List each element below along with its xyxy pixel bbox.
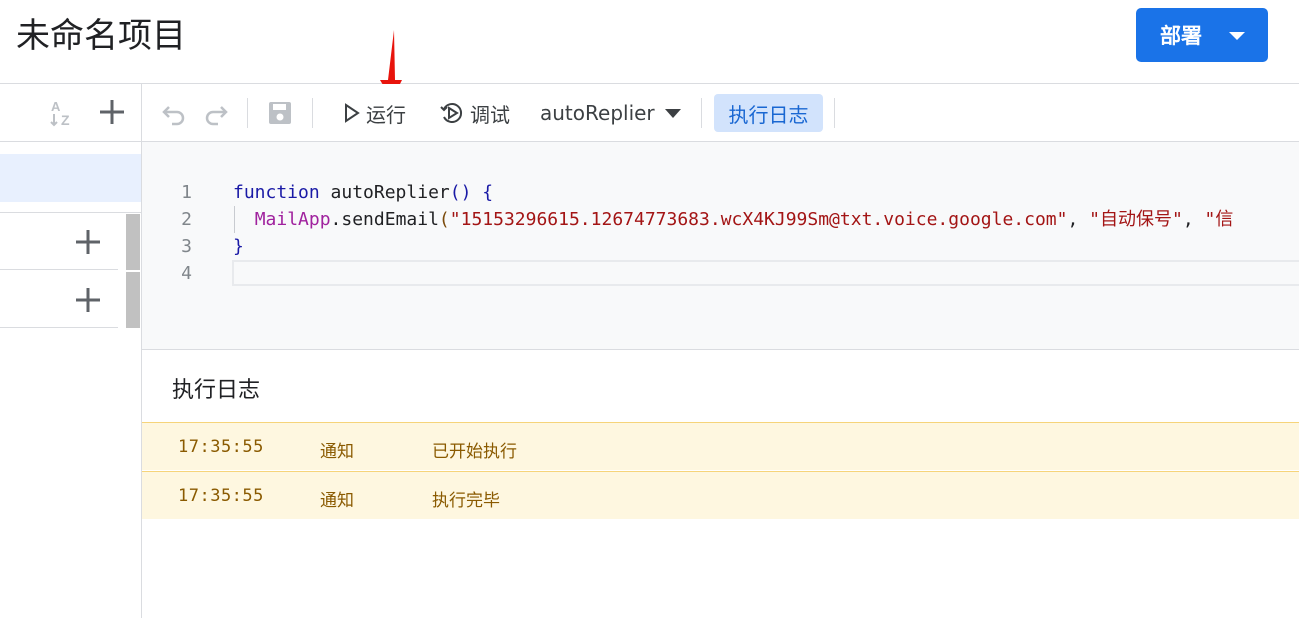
- function-select[interactable]: autoReplier: [540, 93, 681, 133]
- toolbar-divider: [834, 98, 835, 128]
- file-sidebar: A Z: [0, 84, 142, 618]
- sidebar-file-code-gs[interactable]: [0, 154, 141, 202]
- run-button-label: 运行: [366, 102, 406, 127]
- code-token: ,: [1067, 209, 1090, 230]
- code-line[interactable]: 4: [142, 260, 1299, 287]
- execution-log-button[interactable]: 执行日志: [714, 94, 823, 132]
- log-message: 执行完毕: [432, 491, 500, 511]
- add-library-icon[interactable]: [72, 226, 104, 258]
- log-time: 17:35:55: [178, 486, 264, 506]
- code-line[interactable]: 2 MailApp.sendEmail("15153296615.1267477…: [142, 206, 1299, 233]
- line-code: function autoReplier() {: [233, 179, 493, 206]
- function-select-value: autoReplier: [540, 101, 655, 125]
- log-entry: 17:35:55 通知 已开始执行: [142, 422, 1299, 470]
- code-token: MailApp: [254, 209, 331, 230]
- line-code: }: [233, 233, 244, 260]
- chevron-down-icon[interactable]: [1229, 32, 1245, 40]
- line-number: 1: [181, 182, 192, 203]
- code-token: (: [438, 209, 450, 230]
- svg-text:A: A: [51, 99, 61, 114]
- line-number: 4: [181, 263, 192, 284]
- app-header: 未命名项目 部署: [0, 0, 1299, 84]
- chevron-down-icon: [664, 108, 681, 118]
- toolbar-divider: [312, 98, 313, 128]
- line-number: 3: [181, 236, 192, 257]
- code-line[interactable]: 1 function autoReplier() {: [142, 179, 1299, 206]
- line-code: MailApp.sendEmail("15153296615.126747736…: [233, 206, 1234, 233]
- line-number: 2: [181, 209, 192, 230]
- deploy-button[interactable]: 部署: [1136, 8, 1268, 62]
- project-title[interactable]: 未命名项目: [16, 14, 186, 58]
- add-service-icon[interactable]: [72, 284, 104, 316]
- code-token: autoReplier: [319, 182, 450, 203]
- scrollbar-thumb[interactable]: [126, 272, 140, 328]
- log-time: 17:35:55: [178, 437, 264, 457]
- code-token: (): [449, 182, 472, 203]
- code-token: ,: [1182, 209, 1205, 230]
- divider: [0, 212, 141, 213]
- code-token: function: [233, 182, 320, 203]
- execution-log-panel: 执行日志 17:35:55 通知 已开始执行 17:35:55 通知 执行完毕: [142, 350, 1299, 618]
- log-entry: 17:35:55 通知 执行完毕: [142, 471, 1299, 519]
- code-token: "15153296615.12674773683.wcX4KJ99Sm@txt.…: [449, 209, 1068, 230]
- sidebar-section-libraries[interactable]: [0, 214, 118, 270]
- code-token: }: [233, 236, 244, 257]
- deploy-button-label: 部署: [1160, 24, 1202, 48]
- undo-icon[interactable]: [160, 99, 188, 127]
- sort-az-icon[interactable]: A Z: [48, 97, 80, 129]
- editor-toolbar: 运行 调试 autoReplier 执行日志: [142, 84, 1299, 142]
- code-token: .sendEmail: [330, 209, 439, 230]
- code-token: "自动保号": [1089, 209, 1183, 230]
- debug-button[interactable]: 调试: [438, 93, 510, 133]
- code-token: "信: [1204, 209, 1234, 230]
- redo-icon[interactable]: [202, 99, 230, 127]
- add-file-icon[interactable]: [96, 96, 128, 128]
- code-editor[interactable]: 1 function autoReplier() {2 MailApp.sendE…: [142, 142, 1299, 350]
- debug-button-label: 调试: [470, 102, 510, 127]
- toolbar-divider: [701, 98, 702, 128]
- log-message: 已开始执行: [432, 442, 517, 462]
- log-level: 通知: [320, 491, 354, 511]
- toolbar-divider: [247, 98, 248, 128]
- play-icon: [345, 103, 360, 123]
- log-panel-title: 执行日志: [172, 378, 261, 403]
- sidebar-section-services[interactable]: [0, 272, 118, 328]
- code-line[interactable]: 3}: [142, 233, 1299, 260]
- scrollbar-thumb[interactable]: [126, 214, 140, 270]
- save-icon[interactable]: [266, 99, 294, 127]
- run-button[interactable]: 运行: [342, 93, 406, 133]
- svg-text:Z: Z: [61, 112, 70, 128]
- code-token: {: [471, 182, 494, 203]
- log-level: 通知: [320, 442, 354, 462]
- debug-icon: [440, 103, 463, 123]
- sidebar-toolbar: A Z: [0, 84, 141, 142]
